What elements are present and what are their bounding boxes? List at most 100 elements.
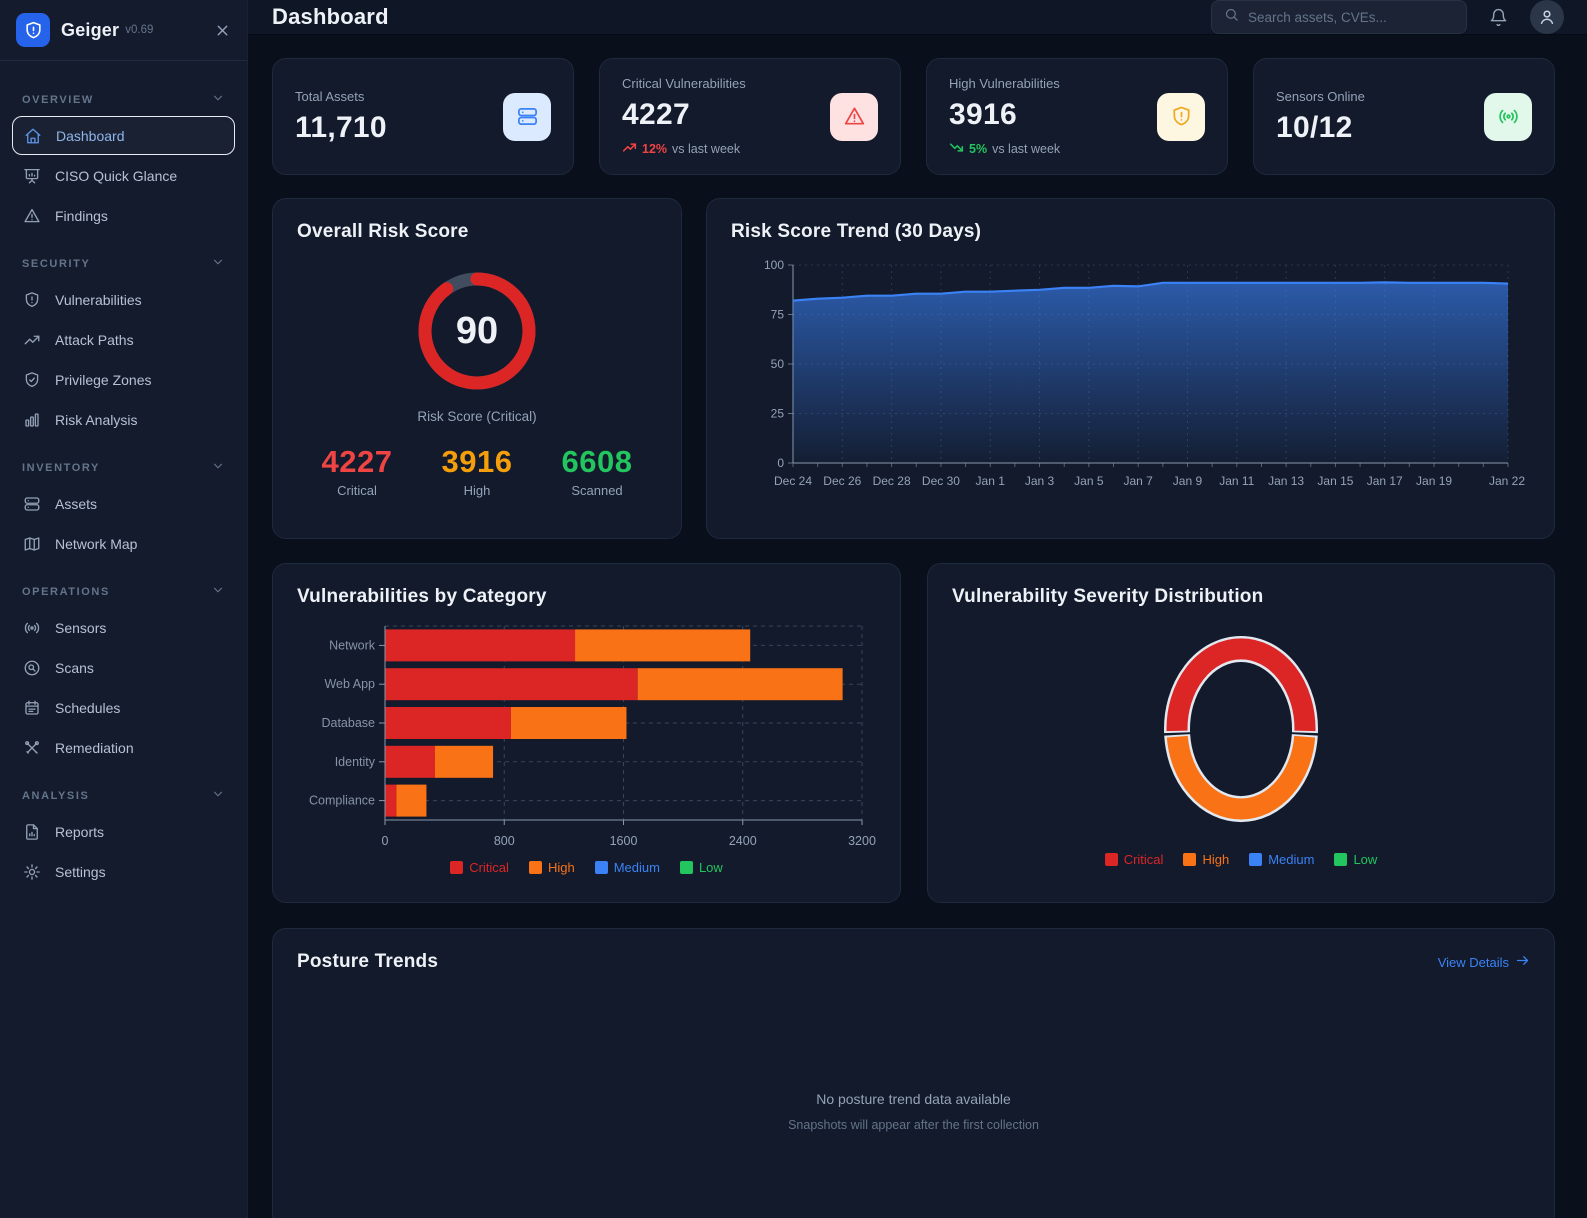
sidebar-item-label: Attack Paths — [55, 331, 134, 348]
home-icon — [24, 127, 42, 145]
sidebar-item-schedules[interactable]: Schedules — [12, 688, 235, 727]
sidebar-item-label: Sensors — [55, 619, 107, 636]
legend-swatch — [1334, 853, 1348, 866]
shield-alert-icon — [1157, 92, 1205, 141]
legend-item-critical: Critical — [1104, 852, 1164, 867]
radio-icon — [1484, 92, 1532, 141]
search-input[interactable] — [1248, 9, 1454, 25]
sidebar-section-operations[interactable]: OPERATIONS — [12, 583, 235, 600]
scan-search-icon — [23, 659, 41, 677]
sidebar-item-findings[interactable]: Findings — [12, 196, 235, 235]
legend-item-low: Low — [679, 860, 723, 875]
alert-triangle-icon — [23, 207, 41, 225]
svg-text:Jan 15: Jan 15 — [1317, 474, 1353, 488]
sidebar-item-risk-analysis[interactable]: Risk Analysis — [12, 400, 235, 439]
trend-percent: 12% — [642, 141, 668, 156]
user-avatar[interactable] — [1530, 0, 1564, 34]
section-label: OVERVIEW — [22, 93, 94, 106]
card-title: Posture Trends — [297, 951, 439, 972]
stat-label: Sensors Online — [1276, 88, 1365, 104]
svg-text:Jan 3: Jan 3 — [1025, 474, 1055, 488]
sidebar-section-security[interactable]: SECURITY — [12, 255, 235, 272]
card-title: Vulnerability Severity Distribution — [952, 586, 1264, 607]
sidebar-item-label: Remediation — [55, 739, 134, 756]
trending-down-icon — [949, 140, 964, 158]
risk-score-trend-card: Risk Score Trend (30 Days) 0 25 50 75 100 Dec… — [706, 198, 1555, 539]
sidebar-item-network-map[interactable]: Network Map — [12, 524, 235, 563]
sidebar-item-privilege-zones[interactable]: Privilege Zones — [12, 360, 235, 399]
sidebar-item-label: Settings — [55, 863, 106, 880]
risk-stats-row: 4227 Critical 3916 High 6608 Scanned — [297, 444, 657, 498]
svg-text:800: 800 — [494, 834, 515, 848]
sidebar: Geiger v0.69 OVERVIEW Dashboard CISO Qui… — [0, 0, 248, 1218]
close-sidebar-icon[interactable] — [214, 22, 231, 39]
sidebar-item-vulnerabilities[interactable]: Vulnerabilities — [12, 280, 235, 319]
sidebar-item-remediation[interactable]: Remediation — [12, 728, 235, 767]
sidebar-item-settings[interactable]: Settings — [12, 852, 235, 891]
category-bar-chart: 0 800 1600 2400 3200 Network Web App Database Id… — [309, 625, 876, 848]
shield-check-icon — [23, 371, 41, 389]
legend-item-critical: Critical — [450, 860, 509, 875]
radio-icon — [23, 619, 41, 637]
sidebar-item-reports[interactable]: Reports — [12, 812, 235, 851]
sidebar-item-sensors[interactable]: Sensors — [12, 608, 235, 647]
svg-text:2400: 2400 — [729, 834, 757, 848]
svg-text:Dec 28: Dec 28 — [873, 474, 911, 488]
gear-icon — [23, 863, 41, 881]
legend-swatch — [679, 861, 693, 874]
svg-text:0: 0 — [777, 456, 784, 470]
sidebar-item-label: Schedules — [55, 699, 121, 716]
risk-score-gauge: 90 — [415, 269, 539, 393]
sidebar-item-label: Reports — [55, 823, 105, 840]
sidebar-section-inventory[interactable]: INVENTORY — [12, 459, 235, 476]
tools-icon — [23, 739, 41, 757]
sidebar-nav: OVERVIEW Dashboard CISO Quick Glance Fin… — [0, 61, 247, 892]
sidebar-item-label: CISO Quick Glance — [55, 167, 178, 184]
trend-note: vs last week — [672, 141, 741, 156]
legend-item-high: High — [1183, 852, 1229, 867]
legend-item-medium: Medium — [594, 860, 660, 875]
stat-label: Total Assets — [295, 88, 365, 104]
stat-trend: 12% vs last week — [622, 140, 746, 158]
sidebar-item-scans[interactable]: Scans — [12, 648, 235, 687]
sidebar-item-dashboard[interactable]: Dashboard — [12, 116, 235, 155]
sidebar-section-overview[interactable]: OVERVIEW — [12, 91, 235, 108]
risk-stat-label: Scanned — [571, 483, 623, 498]
svg-text:75: 75 — [771, 308, 785, 322]
svg-text:Dec 26: Dec 26 — [823, 474, 861, 488]
posture-trends-card: Posture Trends View Details No posture t… — [272, 928, 1555, 1218]
dashboard-content: Total Assets 11,710 Critical Vulnerabili… — [248, 35, 1587, 1218]
bar-chart-icon — [23, 411, 41, 429]
severity-chart-legend: Critical High Medium Low — [952, 852, 1530, 867]
stat-card-sensors-online: Sensors Online 10/12 — [1253, 58, 1555, 175]
legend-swatch — [1249, 853, 1263, 866]
risk-stat-label: Critical — [337, 483, 377, 498]
section-label: ANALYSIS — [22, 789, 90, 802]
sidebar-item-ciso-quick-glance[interactable]: CISO Quick Glance — [12, 156, 235, 195]
notifications-bell-icon[interactable] — [1489, 8, 1508, 27]
view-details-label: View Details — [1437, 954, 1509, 970]
legend-item-high: High — [528, 860, 575, 875]
legend-label: Critical — [1123, 852, 1164, 867]
svg-text:3200: 3200 — [848, 834, 876, 848]
legend-swatch — [1183, 853, 1197, 866]
svg-text:25: 25 — [771, 407, 785, 421]
legend-swatch — [594, 861, 608, 874]
main-area: Dashboard Total Assets 11,710 Critical — [248, 0, 1587, 1218]
sidebar-item-assets[interactable]: Assets — [12, 484, 235, 523]
stat-card-critical-vulnerabilities: Critical Vulnerabilities 4227 12% vs las… — [599, 58, 901, 175]
legend-swatch — [528, 861, 542, 874]
legend-label: High — [1202, 852, 1230, 867]
risk-stat-value: 3916 — [441, 444, 513, 479]
sidebar-section-analysis[interactable]: ANALYSIS — [12, 787, 235, 804]
chevron-down-icon — [211, 91, 225, 108]
posture-empty-state: No posture trend data available Snapshot… — [297, 1091, 1530, 1132]
view-details-link[interactable]: View Details — [1438, 953, 1530, 971]
svg-text:100: 100 — [764, 258, 784, 272]
sidebar-item-attack-paths[interactable]: Attack Paths — [12, 320, 235, 359]
stat-value: 11,710 — [295, 110, 387, 144]
section-label: SECURITY — [22, 257, 91, 270]
stat-value: 10/12 — [1276, 110, 1353, 144]
svg-text:Jan 19: Jan 19 — [1416, 474, 1452, 488]
calendar-icon — [23, 699, 41, 717]
